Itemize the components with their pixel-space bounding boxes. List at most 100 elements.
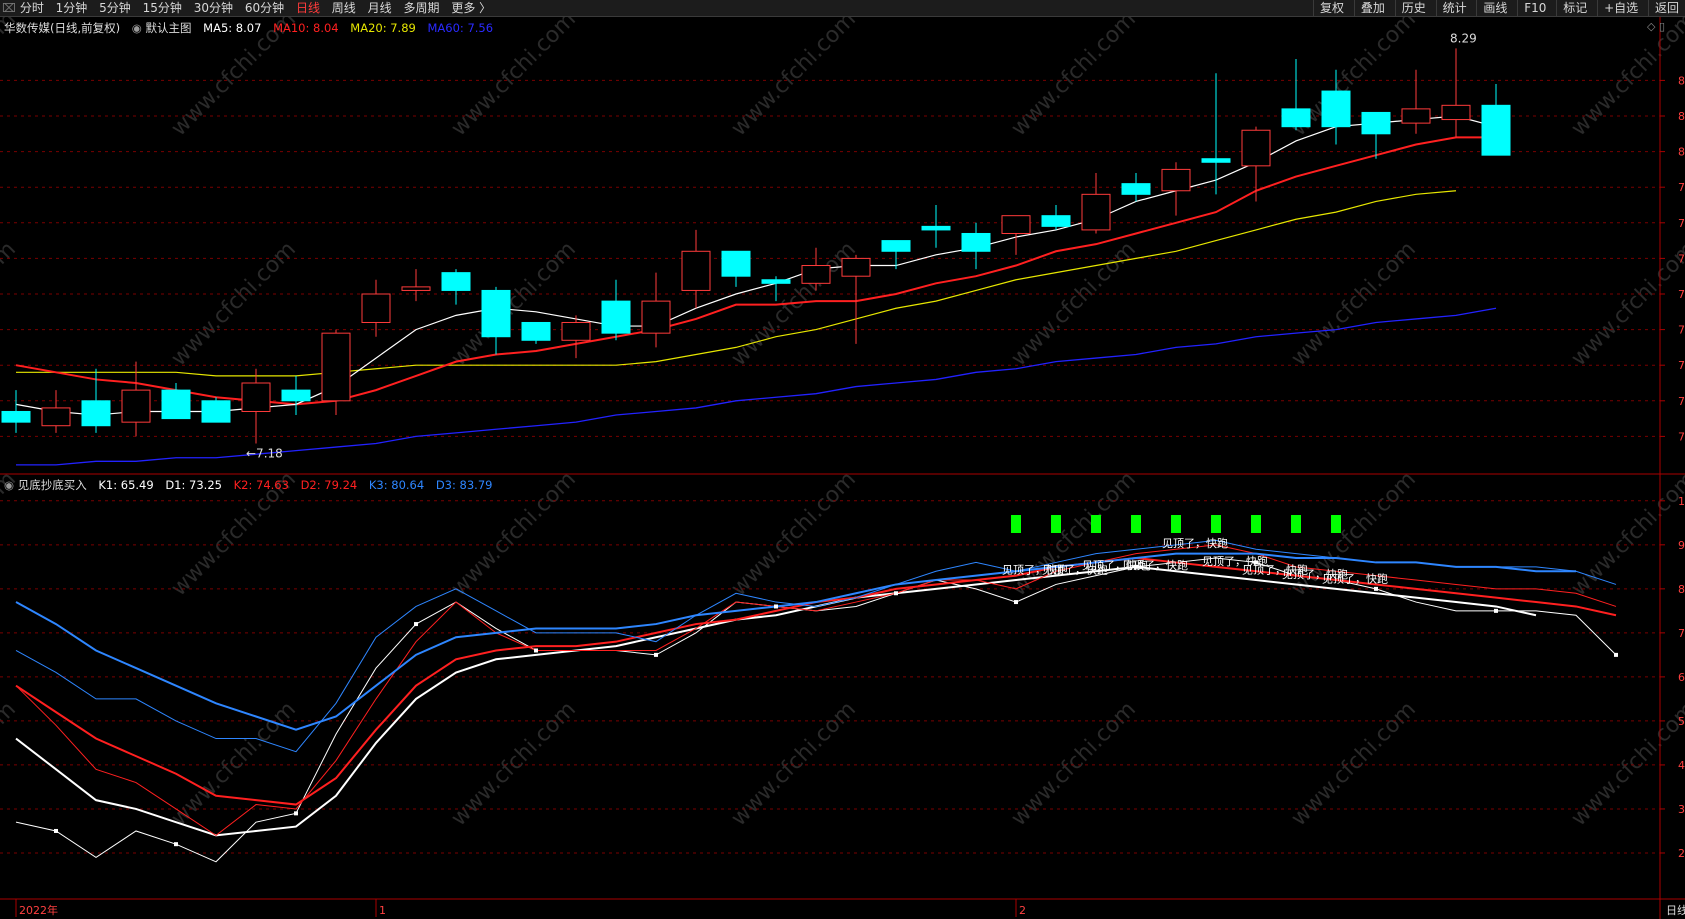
- signal-label: 见顶了，快跑: [1162, 536, 1228, 550]
- watermark-text: www.cfchi.com: [447, 697, 581, 831]
- indicator-name[interactable]: 见底抄底买入: [18, 478, 87, 492]
- candle-down: [921, 205, 951, 248]
- indicator-tick-label: 70.00: [1678, 627, 1685, 640]
- watermark-text: www.cfchi.com: [0, 697, 21, 831]
- diamond-icon[interactable]: ◇: [1647, 20, 1655, 33]
- candle-up: [1401, 69, 1431, 134]
- k1-marker: [1374, 586, 1378, 591]
- mark-button[interactable]: 标记: [1556, 0, 1593, 16]
- candle-down: [1281, 59, 1311, 131]
- template-gear-icon[interactable]: ◉: [132, 21, 142, 35]
- price-tick-label: 7.80: [1678, 217, 1685, 230]
- watermark-text: www.cfchi.com: [1567, 237, 1685, 371]
- k1-marker: [1014, 600, 1018, 605]
- candle-body: [1281, 108, 1311, 128]
- overlay-button[interactable]: 叠加: [1353, 0, 1391, 16]
- d2-value: D2: 79.24: [300, 478, 358, 492]
- tab-daily[interactable]: 日线: [292, 0, 324, 16]
- candle-body: [561, 321, 591, 341]
- candle-body: [881, 240, 911, 252]
- indicator-tick-label: 80.00: [1678, 583, 1685, 596]
- candle-up: [41, 390, 71, 433]
- candle-body: [681, 250, 711, 291]
- signal-bar: [1011, 515, 1021, 533]
- price-tick-label: 7.40: [1678, 359, 1685, 372]
- watermark-text: www.cfchi.com: [1567, 17, 1685, 141]
- candle-body: [761, 279, 791, 284]
- tab-more[interactable]: 更多 〉: [447, 0, 495, 16]
- candle-body: [441, 272, 471, 291]
- watermark-text: www.cfchi.com: [1567, 697, 1685, 831]
- history-button[interactable]: 历史: [1394, 0, 1432, 16]
- candle-body: [241, 382, 271, 412]
- chart-canvas[interactable]: www.cfchi.com www.cfchi.com www.cfchi.com w…: [0, 17, 1685, 919]
- price-tick-label: 8.10: [1678, 110, 1685, 123]
- watermark-layer: www.cfchi.com www.cfchi.com www.cfchi.com w…: [0, 17, 1685, 831]
- candle-down: [1, 390, 31, 433]
- indicator-tick-label: 50.00: [1678, 715, 1685, 728]
- tab-multi-period[interactable]: 多周期: [399, 0, 443, 16]
- tab-fenshi[interactable]: 分时: [16, 0, 48, 16]
- signal-bar: [1211, 515, 1221, 533]
- k1-marker: [894, 591, 898, 596]
- k1-marker: [1494, 608, 1498, 613]
- candle-body: [401, 286, 431, 291]
- k1-value: K1: 65.49: [98, 478, 154, 492]
- restore-right-button[interactable]: 复权: [1313, 0, 1350, 16]
- candle-down: [721, 250, 751, 287]
- watermark-text: www.cfchi.com: [167, 697, 301, 831]
- tab-1min[interactable]: 1分钟: [52, 0, 92, 16]
- indicator-gear-icon[interactable]: ◉: [4, 478, 14, 492]
- candle-up: [681, 229, 711, 309]
- candle-body: [201, 400, 231, 423]
- price-tick-label: 7.20: [1678, 430, 1685, 443]
- indicator-tick-label: 40.00: [1678, 759, 1685, 772]
- tab-30min[interactable]: 30分钟: [190, 0, 237, 16]
- price-tick-label: 8.20: [1678, 74, 1685, 87]
- candle-down: [521, 321, 551, 344]
- stock-title: 华数传媒(日线,前复权): [4, 21, 121, 35]
- add-watchlist-button[interactable]: +自选: [1597, 0, 1644, 16]
- signal-bar: [1291, 515, 1301, 533]
- candle-down: [441, 269, 471, 305]
- watermark-text: www.cfchi.com: [1007, 467, 1141, 601]
- period-tabs: ⌧ 分时 1分钟 5分钟 15分钟 30分钟 60分钟 日线 周线 月线 多周期…: [0, 0, 495, 16]
- stats-button[interactable]: 统计: [1435, 0, 1473, 16]
- settings-icon[interactable]: ▯: [1659, 20, 1665, 33]
- candle-down: [881, 240, 911, 270]
- tab-15min[interactable]: 15分钟: [139, 0, 186, 16]
- candle-body: [1161, 168, 1191, 192]
- candle-body: [601, 300, 631, 334]
- price-tick-label: 7.50: [1678, 324, 1685, 337]
- candle-body: [721, 250, 751, 277]
- candle-body: [1441, 104, 1471, 121]
- watermark-text: www.cfchi.com: [0, 237, 21, 371]
- signal-bar: [1051, 515, 1061, 533]
- candle-body: [961, 232, 991, 252]
- candle-body: [81, 400, 111, 427]
- draw-line-button[interactable]: 画线: [1476, 0, 1513, 16]
- candle-body: [841, 257, 871, 277]
- time-axis-label: 2022年: [19, 903, 58, 917]
- candle-body: [41, 407, 71, 427]
- price-tick-label: 8.00: [1678, 146, 1685, 159]
- time-axis-label: 2: [1019, 904, 1026, 917]
- tab-weekly[interactable]: 周线: [328, 0, 360, 16]
- signal-bar: [1091, 515, 1101, 533]
- tab-5min[interactable]: 5分钟: [95, 0, 135, 16]
- back-button[interactable]: 返回: [1647, 0, 1685, 16]
- window-icon: ⌧: [2, 1, 16, 15]
- candle-body: [1201, 158, 1231, 163]
- template-name[interactable]: 默认主图: [146, 21, 192, 35]
- f10-button[interactable]: F10: [1517, 0, 1552, 16]
- ma60-value: MA60: 7.56: [427, 21, 494, 35]
- tab-60min[interactable]: 60分钟: [241, 0, 288, 16]
- indicator-tick-label: 20.00: [1678, 847, 1685, 860]
- watermark-text: www.cfchi.com: [1287, 237, 1421, 371]
- candle-body: [1041, 215, 1071, 227]
- price-annotation: ←7.18: [246, 447, 283, 461]
- watermark-text: www.cfchi.com: [1007, 17, 1141, 141]
- k1-marker: [654, 652, 658, 657]
- ma10-value: MA10: 8.04: [273, 21, 339, 35]
- tab-monthly[interactable]: 月线: [364, 0, 396, 16]
